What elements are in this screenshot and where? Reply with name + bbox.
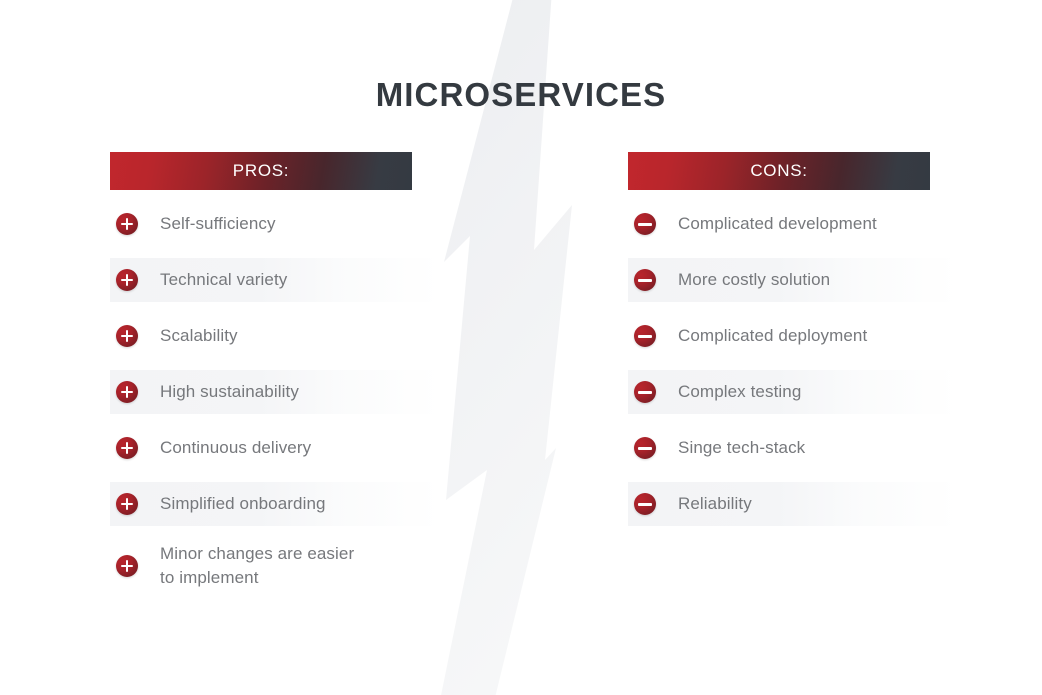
minus-icon [634,493,656,515]
list-item[interactable]: Complex testing [628,370,958,414]
minus-icon [634,437,656,459]
minus-icon [634,325,656,347]
list-item-label: Minor changes are easier to implement [160,544,355,588]
list-item-label: Scalability [160,325,238,345]
plus-icon [116,325,138,347]
slide-canvas: MICROSERVICES PROS: Self-sufficiency Tec… [0,0,1042,695]
minus-icon [634,213,656,235]
list-item-label: Technical variety [160,269,288,289]
plus-icon [116,381,138,403]
list-item-label: Complex testing [678,381,802,401]
list-item[interactable]: Continuous delivery [110,426,440,470]
cons-column: CONS: Complicated development More costl… [628,152,958,526]
list-item-label: Singe tech-stack [678,437,806,457]
list-item-label: Complicated development [678,213,877,233]
plus-icon [116,493,138,515]
minus-icon [634,381,656,403]
list-item[interactable]: Singe tech-stack [628,426,958,470]
list-item[interactable]: Complicated development [628,202,958,246]
list-item-label: More costly solution [678,269,831,289]
list-item[interactable]: Technical variety [110,258,440,302]
list-item[interactable]: Minor changes are easier to implement [110,538,440,594]
plus-icon [116,437,138,459]
list-item-label: High sustainability [160,381,299,401]
list-item[interactable]: Complicated deployment [628,314,958,358]
list-item[interactable]: Simplified onboarding [110,482,440,526]
pros-list: Self-sufficiency Technical variety Scala… [110,202,440,594]
pros-header-label: PROS: [232,161,290,180]
list-item-label: Continuous delivery [160,437,312,457]
plus-icon [116,555,138,578]
pros-column: PROS: Self-sufficiency Technical variety… [110,152,440,594]
pros-header-bar: PROS: [110,152,412,190]
list-item-label: Complicated deployment [678,325,868,345]
list-item-label: Reliability [678,493,752,513]
page-title: MICROSERVICES [375,76,667,113]
cons-header-bar: CONS: [628,152,930,190]
cons-header-label: CONS: [750,161,808,180]
cons-list: Complicated development More costly solu… [628,202,958,526]
list-item-label: Self-sufficiency [160,213,276,233]
list-item[interactable]: Reliability [628,482,958,526]
list-item[interactable]: Self-sufficiency [110,202,440,246]
list-item-label: Simplified onboarding [160,493,326,513]
list-item[interactable]: High sustainability [110,370,440,414]
list-item[interactable]: More costly solution [628,258,958,302]
minus-icon [634,269,656,291]
list-item[interactable]: Scalability [110,314,440,358]
plus-icon [116,269,138,291]
plus-icon [116,213,138,235]
